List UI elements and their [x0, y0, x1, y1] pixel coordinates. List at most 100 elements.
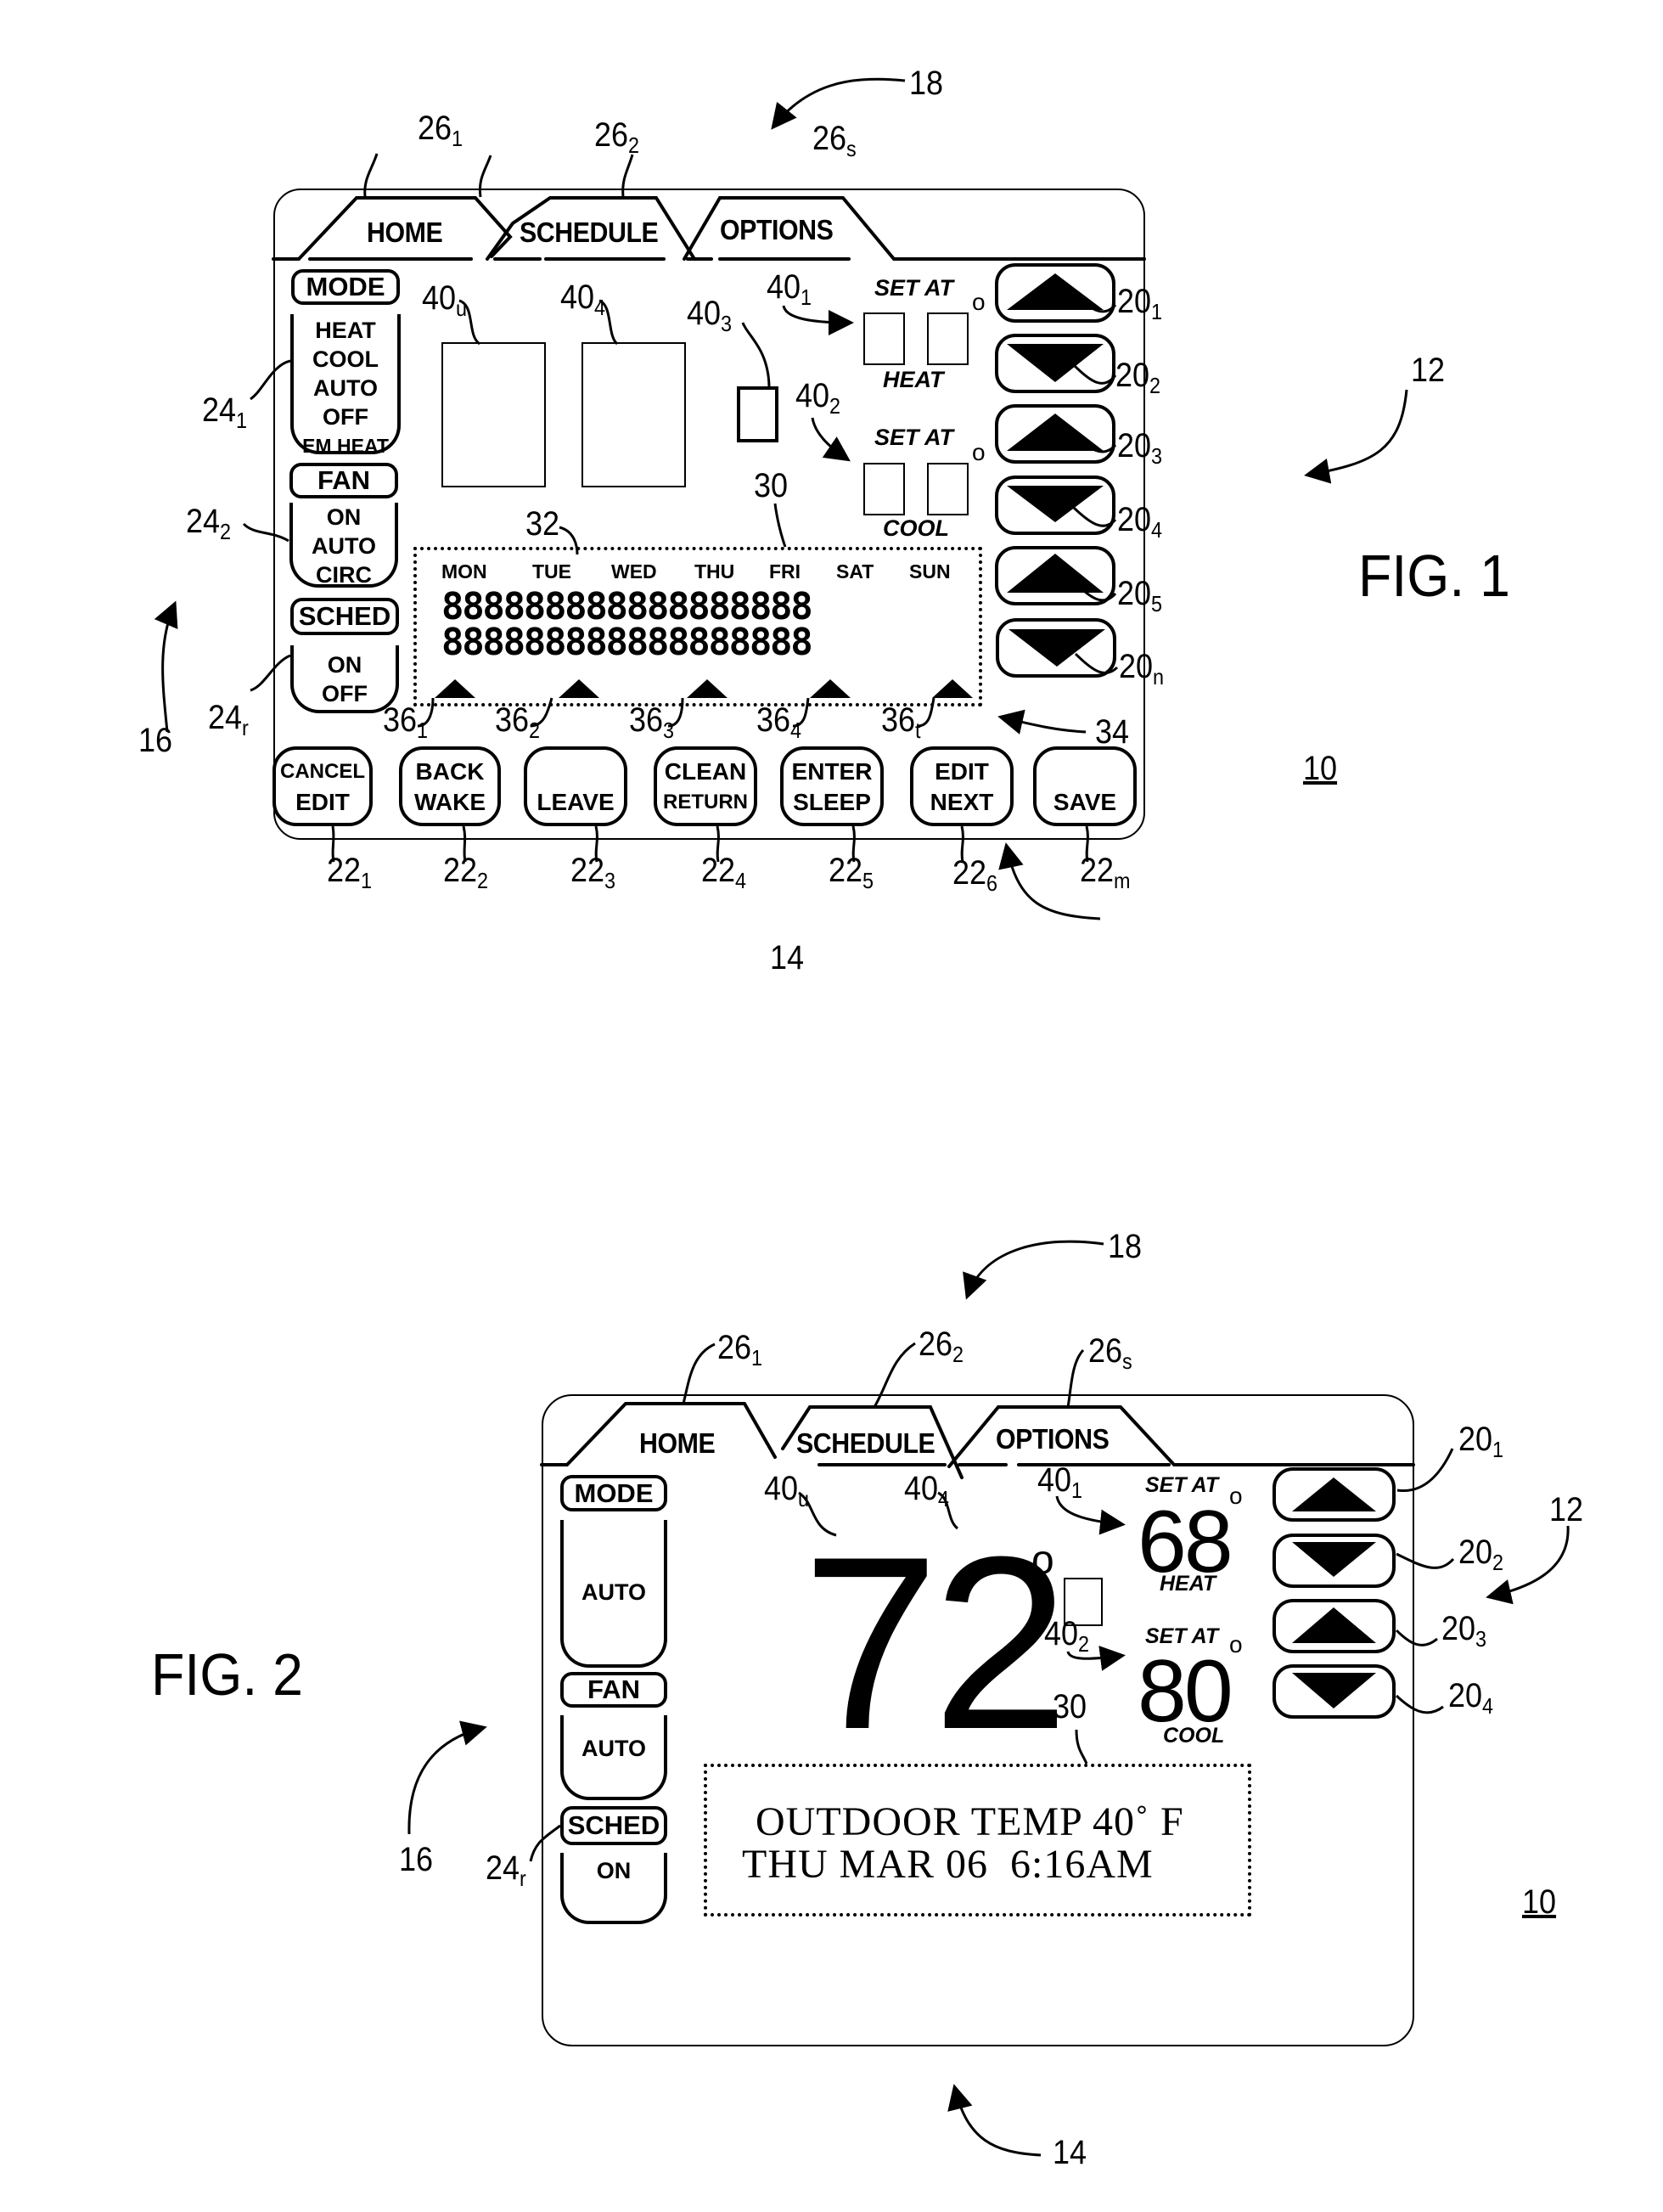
fig1-heat-degree-symbol: o — [972, 289, 986, 315]
fig2-indoor-degree-symbol: o — [1031, 1538, 1054, 1583]
fig2-heat-degree-symbol: o — [1229, 1483, 1243, 1509]
softkey-leave[interactable]: LEAVE — [524, 746, 627, 826]
ref-14: 14 — [770, 939, 805, 977]
fig2-ref-40-u: 40u — [764, 1470, 810, 1511]
ref-22-4: 224 — [701, 852, 747, 893]
softkey-top-label: CLEAN — [664, 758, 747, 785]
softkey-save[interactable]: SAVE — [1033, 746, 1137, 826]
fig1-cool-setpoint-tens-digit — [863, 463, 905, 515]
ref-20-4: 204 — [1117, 501, 1163, 543]
fan-option-on[interactable]: ON — [327, 503, 362, 532]
ref-24-r: 24r — [208, 699, 249, 740]
softkey-bottom-label: WAKE — [414, 789, 486, 815]
softkey-bottom-label: SAVE — [1053, 789, 1117, 815]
fig2-device-ref-10: 10 — [1522, 1883, 1557, 1921]
fig2-ref-40-1: 401 — [1037, 1461, 1083, 1503]
mode-option-heat[interactable]: HEAT — [315, 316, 376, 345]
fig1-arrow-key-2-down[interactable] — [995, 334, 1115, 393]
mode-option-auto[interactable]: AUTO — [313, 374, 378, 402]
sched-option-on[interactable]: ON — [328, 650, 362, 679]
fig2-mode-header[interactable]: MODE — [560, 1475, 667, 1511]
softkey-cancel-edit[interactable]: CANCEL EDIT — [272, 746, 373, 826]
ref-36-4: 364 — [756, 701, 802, 743]
fig1-indoor-temp-tens-digit — [441, 342, 546, 487]
fig2-ref-40-2: 402 — [1044, 1615, 1090, 1657]
fig1-mode-options[interactable]: HEAT COOL AUTO OFF EM HEAT — [290, 314, 401, 457]
ref-20-2: 202 — [1115, 357, 1161, 398]
mode-option-em-heat[interactable]: EM HEAT — [302, 431, 389, 460]
sched-value-label: ON — [596, 1858, 632, 1883]
fig2-cool-mode-label: COOL — [1163, 1724, 1225, 1748]
ref-40-2: 402 — [795, 377, 841, 419]
fig2-tab-home[interactable]: HOME — [639, 1427, 716, 1460]
sched-option-off[interactable]: OFF — [322, 679, 368, 708]
fig1-heat-setpoint-tens-digit — [863, 312, 905, 365]
day-mon: MON — [441, 560, 487, 583]
fig2-sched-value[interactable]: ON — [560, 1853, 667, 1924]
ref-12: 12 — [1411, 352, 1446, 389]
fig2-cool-setpoint-value: 80 — [1138, 1642, 1233, 1741]
fan-option-circ[interactable]: CIRC — [316, 560, 372, 589]
softkey-bottom-label: LEAVE — [537, 789, 615, 815]
mode-option-cool[interactable]: COOL — [312, 345, 379, 374]
ref-36-3: 363 — [629, 701, 675, 743]
fig1-tab-home[interactable]: HOME — [367, 217, 443, 249]
fig1-arrow-key-n-down[interactable] — [996, 618, 1116, 678]
fig2-fan-header[interactable]: FAN — [560, 1672, 667, 1708]
softkey-enter-sleep[interactable]: ENTER SLEEP — [780, 746, 884, 826]
fig1-tab-schedule[interactable]: SCHEDULE — [520, 217, 659, 249]
ref-36-t: 36t — [881, 701, 921, 743]
fig2-arrow-key-2-down[interactable] — [1273, 1534, 1396, 1588]
fig2-sched-header[interactable]: SCHED — [560, 1806, 667, 1845]
fig1-arrow-key-5-up[interactable] — [995, 546, 1115, 605]
fig2-tab-options[interactable]: OPTIONS — [996, 1423, 1110, 1455]
fig2-arrow-key-3-up[interactable] — [1273, 1599, 1396, 1653]
fig2-ref-26-s: 26s — [1088, 1332, 1132, 1374]
ref-18: 18 — [909, 65, 944, 102]
fig2-fan-value[interactable]: AUTO — [560, 1715, 667, 1800]
fig2-ref-20-2: 202 — [1458, 1534, 1504, 1575]
softkey-edit-next[interactable]: EDIT NEXT — [910, 746, 1014, 826]
fig2-arrow-key-4-down[interactable] — [1273, 1664, 1396, 1719]
fig2-outdoor-temp-line: OUTDOOR TEMP 40˚ F — [756, 1799, 1184, 1844]
ref-40-4: 404 — [560, 279, 606, 320]
softkey-top-label: ENTER — [791, 758, 873, 785]
fig1-arrow-key-3-up[interactable] — [995, 404, 1115, 464]
fig1-arrow-key-1-up[interactable] — [995, 263, 1115, 323]
fig2-ref-26-2: 262 — [919, 1326, 964, 1367]
day-wed: WED — [611, 560, 657, 583]
softkey-clean-return[interactable]: CLEAN RETURN — [654, 746, 757, 826]
fig2-indoor-temperature: 72 — [802, 1506, 1070, 1781]
mode-option-off[interactable]: OFF — [323, 402, 368, 431]
day-tue: TUE — [532, 560, 571, 583]
fig1-arrow-key-4-down[interactable] — [995, 476, 1115, 535]
fig1-tab-options[interactable]: OPTIONS — [720, 214, 834, 246]
fig2-title: FIG. 2 — [151, 1641, 303, 1708]
softkey-top-label: BACK — [415, 758, 485, 785]
fig2-ref-24-r: 24r — [486, 1849, 526, 1891]
fig2-mode-value[interactable]: AUTO — [560, 1520, 667, 1668]
fig1-sched-header[interactable]: SCHED — [290, 598, 399, 635]
ref-26-2: 262 — [594, 116, 640, 158]
ref-36-2: 362 — [495, 701, 541, 743]
day-thu: THU — [694, 560, 735, 583]
ref-22-3: 223 — [570, 852, 616, 893]
schedule-segment-row-2: 888888888888888888 — [441, 621, 813, 664]
fig1-fan-header[interactable]: FAN — [289, 463, 398, 498]
ref-22-5: 225 — [829, 852, 874, 893]
fan-option-auto[interactable]: AUTO — [312, 532, 376, 560]
softkey-back-wake[interactable]: BACK WAKE — [399, 746, 501, 826]
fig2-arrow-key-1-up[interactable] — [1273, 1467, 1396, 1522]
softkey-bottom-label: RETURN — [663, 791, 748, 813]
fig2-ref-20-4: 204 — [1448, 1677, 1494, 1719]
fig2-tab-schedule[interactable]: SCHEDULE — [796, 1427, 935, 1460]
fig1-mode-header[interactable]: MODE — [291, 269, 400, 305]
fig1-cool-setpoint-ones-digit — [927, 463, 969, 515]
fig1-fan-options[interactable]: ON AUTO CIRC — [289, 503, 398, 588]
ref-40-u: 40u — [422, 279, 468, 321]
day-sun: SUN — [909, 560, 951, 583]
ref-32: 32 — [525, 505, 560, 543]
fig2-ref-40-4: 404 — [904, 1470, 950, 1511]
ref-16: 16 — [138, 722, 173, 759]
softkey-bottom-label: NEXT — [930, 789, 994, 815]
